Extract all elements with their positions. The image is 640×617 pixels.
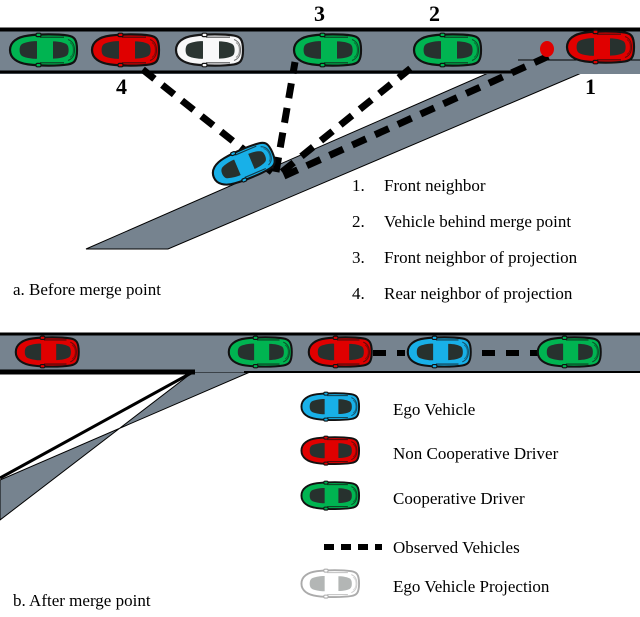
marker-label-4: 4: [116, 74, 127, 99]
panel-a-caption: a. Before merge point: [13, 280, 161, 299]
list-item-3-text: Front neighbor of projection: [384, 248, 578, 267]
vehicle-b-4-ego: [406, 335, 472, 369]
legend-icon-cooperative: [300, 480, 361, 512]
vehicle-b-1-non-cooperative: [14, 335, 80, 369]
legend-label-ego-projection: Ego Vehicle Projection: [393, 577, 550, 596]
list-item-2-number: 2.: [352, 212, 365, 231]
legend-icon-ego-vehicle: [300, 391, 361, 423]
marker-label-2: 2: [429, 1, 440, 26]
merge-ramp-b-edge: [0, 370, 194, 480]
list-item-1-text: Front neighbor: [384, 176, 486, 195]
list-item-2-text: Vehicle behind merge point: [384, 212, 572, 231]
vehicle-b-3-non-cooperative: [307, 335, 373, 369]
legend-icons: [300, 391, 382, 600]
merge-ramp-b: [0, 371, 251, 521]
vehicle-a-1-cooperative: [8, 32, 79, 68]
vehicle-a-3-ego-projection: [174, 32, 245, 68]
list-item-4-text: Rear neighbor of projection: [384, 284, 573, 303]
vehicle-b-2-cooperative: [227, 335, 293, 369]
legend-label-non-cooperative: Non Cooperative Driver: [393, 444, 559, 463]
merge-point-dot: [540, 41, 554, 57]
legend-icon-ego-projection: [300, 568, 361, 600]
list-item-1-number: 1.: [352, 176, 365, 195]
legend-label-ego-vehicle: Ego Vehicle: [393, 400, 476, 419]
vehicle-a-5-cooperative: [412, 32, 483, 68]
legend-icon-non-cooperative: [300, 435, 361, 467]
panel-b-caption: b. After merge point: [13, 591, 151, 610]
vehicle-a-2-non-cooperative: [90, 32, 161, 68]
figure-root: 4 3 2 1 1. Front neighbor 2. Vehicle beh…: [0, 0, 640, 617]
vehicle-b-5-cooperative: [536, 335, 602, 369]
observed-link-to-3: [272, 61, 299, 173]
marker-label-1: 1: [585, 74, 596, 99]
figure-canvas: [0, 27, 640, 600]
list-item-3-number: 3.: [352, 248, 365, 267]
vehicle-a-6-non-cooperative: [565, 29, 636, 65]
legend-label-observed-vehicles: Observed Vehicles: [393, 538, 520, 557]
marker-label-3: 3: [314, 1, 325, 26]
vehicle-a-4-cooperative: [292, 32, 363, 68]
list-item-4-number: 4.: [352, 284, 365, 303]
legend-label-cooperative: Cooperative Driver: [393, 489, 525, 508]
